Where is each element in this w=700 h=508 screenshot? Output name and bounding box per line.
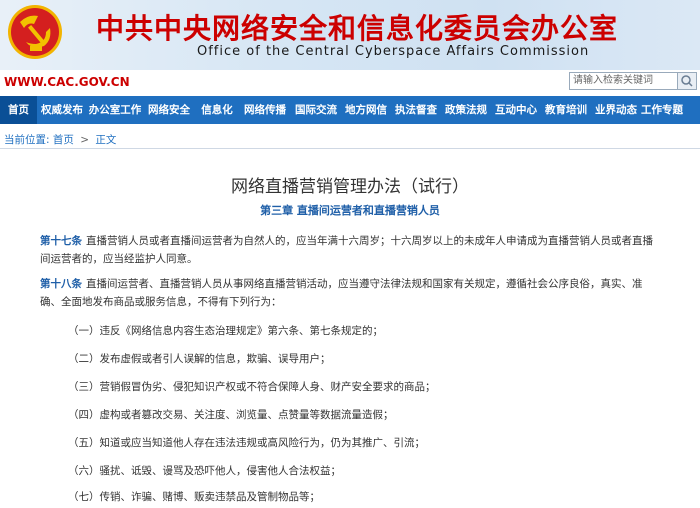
article-title: 网络直播营销管理办法（试行） [231,177,469,197]
list-item: （二）发布虚假或者引人误解的信息，欺骗、误导用户； [68,353,331,365]
breadcrumb-separator: > [80,134,90,146]
nav-item-law-enforcement[interactable]: 执法督查 [391,96,441,124]
nav-item-interaction-center[interactable]: 互动中心 [491,96,541,124]
search-input[interactable]: 请输入检索关键词 [569,72,678,90]
divider [0,148,700,149]
article-paragraph: 第十七条 直播营销人员或者直播间运营者为自然人的，应当年满十六周岁；十六周岁以上的… [40,232,660,268]
breadcrumb: 当前位置: 首页 > 正文 [4,132,116,147]
nav-item-informatization[interactable]: 信息化 [195,96,239,124]
chapter-heading: 第三章 直播间运营者和直播营销人员 [260,204,440,217]
nav-item-industry-news[interactable]: 业界动态 [591,96,641,124]
list-item: （一）违反《网络信息内容生态治理规定》第六条、第七条规定的； [68,325,383,337]
article-text: 直播间运营者、直播营销人员从事网络直播营销活动，应当遵守法律法规和国家有关规定，… [40,278,643,308]
list-item: （六）骚扰、诋毁、谩骂及恐吓他人，侵害他人合法权益； [68,465,341,477]
list-item: （四）虚构或者篡改交易、关注度、浏览量、点赞量等数据流量造假； [68,409,394,421]
nav-item-authoritative-release[interactable]: 权威发布 [37,96,87,124]
search-button[interactable] [677,72,697,90]
breadcrumb-home-link[interactable]: 首页 [53,134,74,146]
site-domain[interactable]: WWW.CAC.GOV.CN [4,75,130,89]
article-number: 第十七条 [40,235,82,247]
list-item: （五）知道或应当知道他人存在违法违规或高风险行为，仍为其推广、引流； [68,437,425,449]
breadcrumb-prefix: 当前位置: [4,134,50,146]
site-name-en: Office of the Central Cyberspace Affairs… [197,44,590,59]
nav-item-local-cac[interactable]: 地方网信 [341,96,391,124]
nav-item-home[interactable]: 首页 [0,96,37,124]
list-item: （七）传销、诈骗、赌博、贩卖违禁品及管制物品等； [68,491,320,503]
site-header: 中共中央网络安全和信息化委员会办公室 Office of the Central… [0,0,700,96]
nav-item-special-topics[interactable]: 工作专题 [641,96,683,124]
nav-item-cybersecurity[interactable]: 网络安全 [143,96,195,124]
nav-item-international-exchange[interactable]: 国际交流 [291,96,341,124]
site-name-cn: 中共中央网络安全和信息化委员会办公室 [96,12,619,45]
main-nav: 首页 权威发布 办公室工作 网络安全 信息化 网络传播 国际交流 地方网信 执法… [0,96,700,124]
article-paragraph: 第十八条 直播间运营者、直播营销人员从事网络直播营销活动，应当遵守法律法规和国家有… [40,275,660,311]
article-number: 第十八条 [40,278,82,290]
nav-item-office-work[interactable]: 办公室工作 [87,96,143,124]
breadcrumb-current[interactable]: 正文 [95,134,116,146]
nav-item-education-training[interactable]: 教育培训 [541,96,591,124]
article-text: 直播营销人员或者直播间运营者为自然人的，应当年满十六周岁；十六周岁以上的未成年人… [40,235,653,265]
nav-item-network-communication[interactable]: 网络传播 [239,96,291,124]
search-icon [681,75,693,87]
party-emblem-icon [8,5,62,59]
nav-item-policies-regulations[interactable]: 政策法规 [441,96,491,124]
list-item: （三）营销假冒伪劣、侵犯知识产权或不符合保障人身、财产安全要求的商品； [68,381,436,393]
